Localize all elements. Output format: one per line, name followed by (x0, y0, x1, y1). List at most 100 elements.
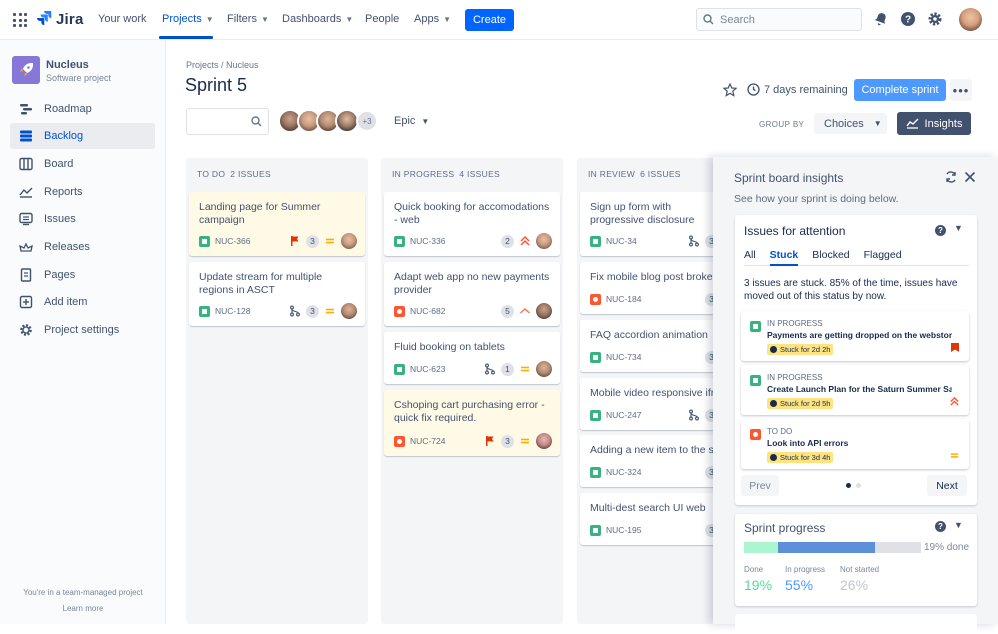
profile-avatar[interactable] (959, 8, 982, 31)
issue-card[interactable]: Cshoping cart purchasing error - quick f… (384, 390, 560, 456)
issue-card[interactable]: Update stream for multiple regions in AS… (189, 262, 365, 326)
chevron-down-icon[interactable]: ▼ (954, 520, 963, 530)
nav-dashboards[interactable]: Dashboards ▼ (282, 13, 353, 25)
next-button[interactable]: Next (927, 475, 967, 496)
nav-people[interactable]: People (365, 13, 399, 25)
learn-more-link[interactable]: Learn more (0, 604, 166, 613)
column-in-progress: IN PROGRESS 4 ISSUES Quick booking for ac… (381, 158, 563, 624)
epic-filter[interactable]: Epic ▼ (394, 115, 429, 127)
column-title: IN PROGRESS (392, 169, 455, 179)
more-actions-button[interactable]: ••• (950, 79, 972, 101)
nav-apps[interactable]: Apps ▼ (414, 13, 451, 25)
notifications-icon[interactable] (873, 11, 889, 27)
assignee-avatar[interactable] (341, 233, 357, 249)
stat-value: 19% (744, 577, 773, 593)
nav-your-work[interactable]: Your work (98, 13, 147, 25)
assignee-avatar[interactable] (536, 303, 552, 319)
page-dots (846, 483, 861, 488)
issue-key[interactable]: NUC-336 (410, 236, 496, 246)
card-title: Update stream for multiple regions in AS… (199, 271, 323, 296)
stuck-duration-badge: Stuck for 3d 4h (767, 452, 834, 463)
refresh-icon[interactable] (944, 170, 958, 184)
jira-logo[interactable]: Jira (36, 10, 84, 28)
assignee-avatar[interactable] (341, 303, 357, 319)
complete-sprint-button[interactable]: Complete sprint (854, 79, 946, 101)
close-icon[interactable] (963, 170, 977, 184)
column-header: IN PROGRESS 4 ISSUES (392, 169, 500, 179)
insights-button[interactable]: Insights (897, 112, 971, 135)
story-icon (590, 409, 601, 421)
chevron-down-icon: ▼ (205, 14, 214, 24)
star-icon[interactable] (723, 83, 737, 97)
sidebar-item-add-item[interactable]: Add item (10, 289, 155, 315)
stuck-issue-card[interactable]: TO DO Look into API errors Stuck for 3d … (741, 419, 969, 469)
priority-low-icon (520, 307, 530, 314)
help-icon[interactable]: ? (900, 11, 916, 27)
page-dot[interactable] (846, 483, 851, 488)
stuck-issue-card[interactable]: IN PROGRESS Payments are getting dropped… (741, 311, 969, 361)
search-icon (703, 14, 714, 25)
progress-done-segment (744, 542, 778, 553)
page-dot[interactable] (856, 483, 861, 488)
assignee-avatar[interactable] (536, 361, 552, 377)
more-assignees-badge[interactable]: +3 (356, 110, 378, 132)
issue-key[interactable]: NUC-324 (606, 467, 700, 477)
issues-for-attention-card: Issues for attention ? ▼ All Stuck Block… (735, 215, 977, 505)
project-sidebar: Nucleus Software project Roadmap Backlog… (0, 40, 166, 624)
issue-key[interactable]: NUC-623 (410, 364, 479, 374)
sidebar-item-issues[interactable]: Issues (10, 206, 155, 232)
tab-stuck[interactable]: Stuck (769, 249, 799, 266)
issue-card[interactable]: Fluid booking on tablets NUC-623 1 (384, 332, 560, 384)
column-title: TO DO (197, 169, 226, 179)
issue-card[interactable]: Quick booking for accomodations - web NU… (384, 192, 560, 256)
issue-key[interactable]: NUC-724 (410, 436, 479, 446)
issue-key[interactable]: NUC-128 (215, 306, 284, 316)
issue-key[interactable]: NUC-184 (606, 294, 700, 304)
app-switcher-icon[interactable] (13, 13, 27, 27)
sidebar-item-board[interactable]: Board (10, 151, 155, 177)
settings-icon[interactable] (927, 11, 943, 27)
stuck-duration-badge: Stuck for 2d 2h (767, 344, 834, 355)
issue-card[interactable]: Adapt web app no new payments provider N… (384, 262, 560, 326)
help-icon[interactable]: ? (935, 521, 946, 532)
board-search-input[interactable] (186, 108, 269, 135)
jira-logo-text: Jira (56, 10, 84, 28)
issue-key[interactable]: NUC-682 (410, 306, 496, 316)
nav-label: Projects (162, 13, 202, 25)
tab-blocked[interactable]: Blocked (812, 249, 849, 266)
assignee-avatar[interactable] (536, 233, 552, 249)
prev-button[interactable]: Prev (741, 475, 779, 496)
sidebar-item-roadmap[interactable]: Roadmap (10, 96, 155, 122)
tab-all[interactable]: All (744, 249, 756, 266)
sidebar-item-label: Releases (44, 241, 90, 253)
group-by-select[interactable]: Choices ▼ (814, 113, 887, 134)
nav-filters[interactable]: Filters ▼ (227, 13, 269, 25)
breadcrumb[interactable]: Projects / Nucleus (186, 60, 259, 70)
sidebar-item-reports[interactable]: Reports (10, 179, 155, 205)
issue-key[interactable]: NUC-366 (215, 236, 284, 246)
create-button[interactable]: Create (465, 9, 514, 31)
stat-label: In progress (785, 565, 826, 574)
sidebar-item-pages[interactable]: Pages (10, 262, 155, 288)
help-icon[interactable]: ? (935, 225, 946, 236)
issue-key[interactable]: NUC-247 (606, 410, 683, 420)
tab-flagged[interactable]: Flagged (864, 249, 902, 266)
sidebar-item-releases[interactable]: Releases (10, 234, 155, 260)
story-points: 1 (501, 362, 514, 376)
issue-key[interactable]: NUC-195 (606, 525, 700, 535)
bug-icon (590, 293, 601, 305)
issue-key[interactable]: NUC-34 (606, 236, 683, 246)
project-header[interactable]: Nucleus Software project (12, 56, 111, 84)
chevron-down-icon[interactable]: ▼ (954, 223, 963, 233)
search-input[interactable]: Search (696, 8, 862, 31)
issue-key[interactable]: NUC-734 (606, 352, 700, 362)
story-icon (394, 363, 405, 375)
sidebar-item-project-settings[interactable]: Project settings (10, 317, 155, 343)
sidebar-item-backlog[interactable]: Backlog (10, 123, 155, 149)
assignee-avatar[interactable] (536, 433, 552, 449)
stuck-issue-card[interactable]: IN PROGRESS Create Launch Plan for the S… (741, 365, 969, 415)
issue-card[interactable]: Landing page for Summer campaign NUC-366… (189, 192, 365, 256)
branch-icon (485, 363, 495, 375)
nav-projects[interactable]: Projects ▼ (162, 13, 214, 25)
progress-title: Sprint progress (744, 521, 826, 535)
